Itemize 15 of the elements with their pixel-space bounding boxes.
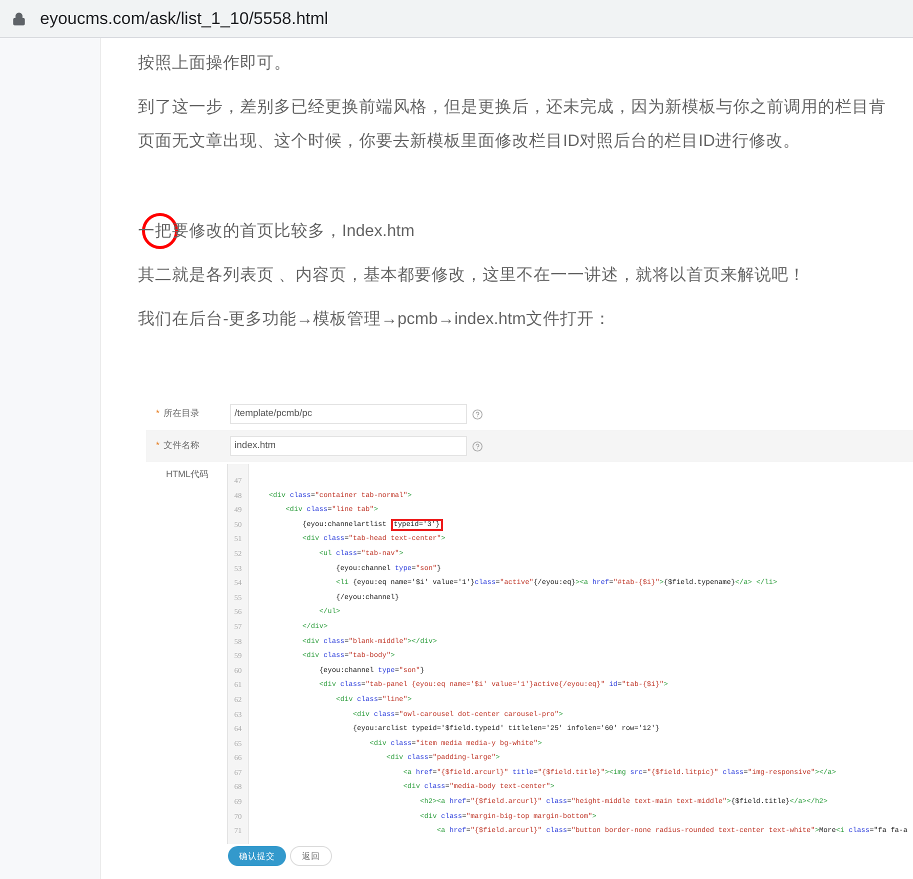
required-mark: * <box>156 439 160 452</box>
paragraph-text: 其二就是各列表页 、内容页，基本都要修改，这里不在一一讲述，就将以首页来解说吧！ <box>138 265 807 286</box>
back-button[interactable]: 返回 <box>290 846 332 866</box>
paragraph-text: 到了这一步，差别多已经更换前端风格，但是更换后，还未完成，因为新模板与你之前调用的栏目肯 页面无文章出现、这个时候，你要去新模板里面修改栏目ID对照后台的栏目ID进行修改。 <box>138 97 887 152</box>
paragraph-text: 我们在后台-更多功能→模板管理→pcmb→index.htm文件打开： <box>138 309 612 330</box>
help-icon[interactable] <box>472 440 483 452</box>
help-icon[interactable] <box>472 408 483 420</box>
field-label: 文件名称 <box>164 439 201 452</box>
lock-icon <box>12 12 26 26</box>
field-label: 所在目录 <box>164 407 201 420</box>
field-label: HTML代码 <box>165 468 210 481</box>
required-mark: * <box>156 407 160 420</box>
paragraph-text: 按照上面操作即可。 <box>138 53 292 74</box>
text-field[interactable]: index.htm <box>230 436 467 456</box>
text-field[interactable]: /template/pcmb/pc <box>230 404 467 424</box>
